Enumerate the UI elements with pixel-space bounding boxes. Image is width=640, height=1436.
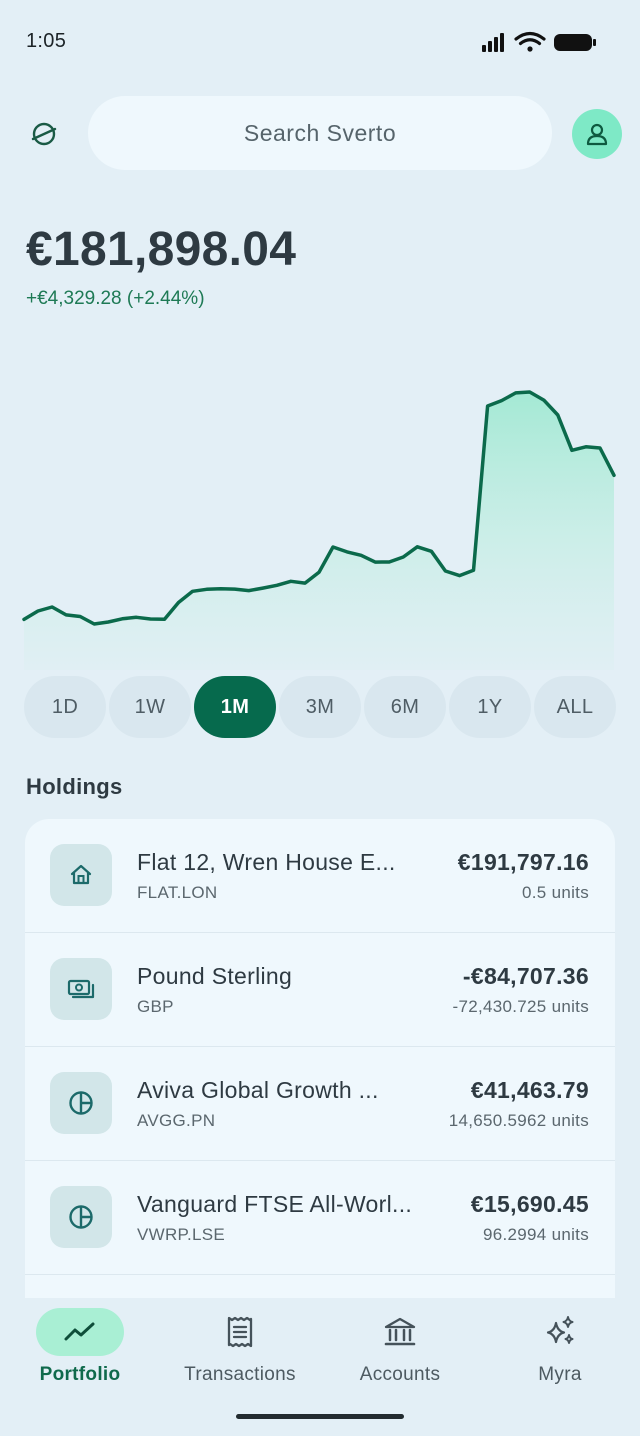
sparkles-icon: [546, 1316, 574, 1344]
range-1y[interactable]: 1Y: [449, 676, 531, 738]
nav-transactions[interactable]: Transactions: [160, 1308, 320, 1398]
portfolio-change: +€4,329.28 (+2.44%): [26, 288, 205, 309]
pie-chart-icon: [50, 1186, 112, 1248]
range-3m[interactable]: 3M: [279, 676, 361, 738]
range-all[interactable]: ALL: [534, 676, 616, 738]
range-1w[interactable]: 1W: [109, 676, 191, 738]
holding-value: €191,797.16: [457, 849, 589, 875]
holding-row[interactable]: Pound Sterling GBP -€84,707.36 -72,430.7…: [25, 933, 615, 1047]
holding-units: -72,430.725 units: [452, 997, 589, 1016]
holdings-title: Holdings: [26, 774, 123, 799]
status-icons: [482, 31, 596, 52]
holdings-list: Flat 12, Wren House E... FLAT.LON €191,7…: [25, 819, 615, 1299]
battery-icon: [554, 34, 596, 51]
holding-name: Vanguard FTSE All-Worl...: [137, 1191, 413, 1217]
holding-row[interactable]: Vanguard FTSE All-Worl... VWRP.LSE €15,6…: [25, 1161, 615, 1275]
holding-ticker: FLAT.LON: [137, 883, 218, 902]
holding-row[interactable]: Flat 12, Wren House E... FLAT.LON €191,7…: [25, 819, 615, 933]
holding-value: €15,690.45: [470, 1191, 589, 1217]
globe-button[interactable]: [26, 116, 62, 152]
range-6m[interactable]: 6M: [364, 676, 446, 738]
nav-label: Accounts: [359, 1364, 441, 1385]
holding-name: Flat 12, Wren House E...: [137, 849, 396, 875]
holding-name: Pound Sterling: [137, 963, 293, 989]
holding-units: 96.2994 units: [483, 1225, 589, 1244]
time-range-selector: 1D 1W 1M 3M 6M 1Y ALL: [24, 676, 616, 738]
pie-chart-icon: [50, 1072, 112, 1134]
status-bar: 1:05: [0, 0, 640, 84]
signal-icon: [482, 33, 504, 52]
wifi-icon: [514, 31, 546, 52]
range-1m[interactable]: 1M: [194, 676, 276, 738]
nav-myra[interactable]: Myra: [480, 1308, 640, 1398]
top-bar: Search Sverto: [0, 96, 640, 172]
holding-value: €41,463.79: [470, 1077, 589, 1103]
bank-icon: [384, 1317, 416, 1346]
nav-label: Myra: [538, 1364, 582, 1385]
cash-icon: [50, 958, 112, 1020]
status-time: 1:05: [26, 30, 67, 52]
globe-icon: [31, 122, 57, 146]
portfolio-balance: €181,898.04: [26, 223, 297, 276]
nav-accounts[interactable]: Accounts: [320, 1308, 480, 1398]
nav-label: Portfolio: [39, 1364, 121, 1385]
chart-area-fill: [24, 392, 614, 670]
holding-row[interactable]: Aviva Global Growth ... AVGG.PN €41,463.…: [25, 1047, 615, 1161]
holding-ticker: GBP: [137, 997, 174, 1016]
search-bar[interactable]: Search Sverto: [88, 96, 552, 170]
nav-label: Transactions: [184, 1364, 296, 1385]
holding-value: -€84,707.36: [462, 963, 589, 989]
user-icon: [586, 123, 608, 146]
home-icon: [50, 844, 112, 906]
holding-ticker: AVGG.PN: [137, 1111, 216, 1130]
holding-units: 0.5 units: [522, 883, 589, 902]
holding-ticker: VWRP.LSE: [137, 1225, 226, 1244]
search-placeholder: Search Sverto: [243, 119, 397, 146]
holding-units: 14,650.5962 units: [448, 1111, 589, 1130]
home-indicator: [236, 1414, 404, 1419]
holding-name: Aviva Global Growth ...: [137, 1077, 379, 1103]
portfolio-chart[interactable]: [0, 340, 640, 670]
trending-up-icon: [64, 1322, 95, 1341]
profile-avatar-button[interactable]: [572, 109, 622, 159]
range-1d[interactable]: 1D: [24, 676, 106, 738]
nav-portfolio[interactable]: Portfolio: [0, 1308, 160, 1398]
holding-row-partial[interactable]: [25, 1275, 615, 1299]
receipt-icon: [227, 1316, 253, 1348]
